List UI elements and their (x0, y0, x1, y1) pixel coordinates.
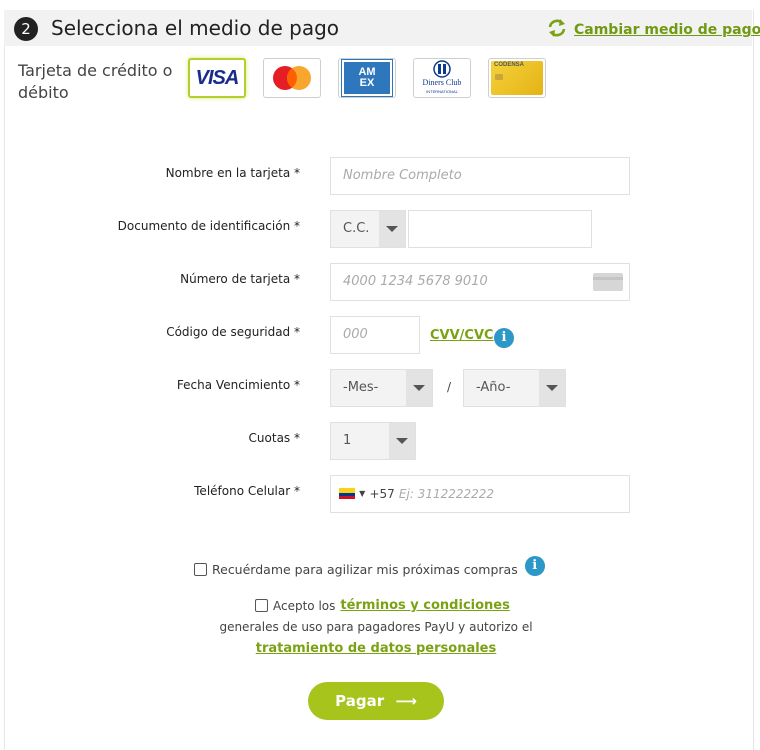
credit-card-icon (593, 273, 623, 291)
expiry-year-value: -Año- (476, 380, 511, 395)
amex-logo-text: AM EX (358, 66, 376, 89)
chevron-down-icon (389, 423, 415, 459)
codensa-logo: CODENSA (491, 61, 543, 95)
amex-card-option[interactable]: AM EX (338, 58, 396, 98)
codensa-logo-chip (495, 74, 503, 80)
terms-row: Acepto los términos y condiciones (255, 598, 510, 613)
pay-button-label: Pagar (335, 692, 385, 710)
chevron-down-icon (406, 370, 432, 406)
card-number-label: Número de tarjeta * (180, 272, 300, 286)
remember-row: Recuérdame para agilizar mis próximas co… (194, 555, 545, 577)
change-payment-method-label: Cambiar medio de pago (574, 22, 760, 38)
expiry-year-select[interactable]: -Año- (463, 369, 566, 407)
cvv-label: Código de seguridad * (166, 325, 300, 339)
colombia-flag-icon[interactable] (339, 487, 355, 499)
expiry-month-select[interactable]: -Mes- (330, 369, 433, 407)
visa-logo: VISA (195, 66, 240, 89)
phone-input[interactable]: ▼ +57 Ej: 3112222222 (330, 475, 630, 513)
remember-checkbox[interactable] (194, 563, 207, 576)
diners-logo: Diners Club INTERNATIONAL (422, 60, 462, 96)
installments-select[interactable]: 1 (330, 422, 416, 460)
refresh-icon (546, 18, 568, 42)
card-number-input[interactable]: 4000 1234 5678 9010 (330, 263, 630, 301)
terms-checkbox[interactable] (255, 599, 268, 612)
codensa-card-option[interactable]: CODENSA (488, 58, 546, 98)
remember-label: Recuérdame para agilizar mis próximas co… (212, 562, 518, 577)
document-label: Documento de identificación * (117, 219, 300, 233)
amex-logo: AM EX (341, 59, 393, 97)
name-input[interactable]: Nombre Completo (330, 157, 630, 195)
pay-button[interactable]: Pagar ⟶ (308, 682, 444, 720)
diners-emblem-icon (433, 60, 451, 78)
diners-card-option[interactable]: Diners Club INTERNATIONAL (413, 58, 471, 98)
document-type-value: C.C. (343, 221, 370, 236)
info-icon[interactable]: i (494, 328, 514, 348)
name-label: Nombre en la tarjeta * (165, 166, 300, 180)
document-type-select[interactable]: C.C. (330, 210, 406, 248)
installments-label: Cuotas * (248, 431, 300, 445)
document-number-input[interactable] (408, 210, 592, 248)
section-title: Selecciona el medio de pago (51, 16, 340, 40)
codensa-logo-text: CODENSA (494, 62, 525, 68)
phone-label: Teléfono Celular * (194, 484, 300, 498)
info-icon[interactable]: i (524, 555, 545, 576)
chevron-down-icon (379, 211, 405, 247)
expiry-label: Fecha Vencimiento * (176, 378, 300, 392)
data-treatment-row: tratamiento de datos personales (0, 637, 752, 656)
country-dropdown-icon[interactable]: ▼ (359, 489, 365, 498)
chevron-down-icon (539, 370, 565, 406)
diners-logo-subtext: INTERNATIONAL (426, 89, 458, 94)
mastercard-card-option[interactable] (263, 58, 321, 98)
card-number-placeholder: 4000 1234 5678 9010 (343, 274, 488, 289)
data-treatment-link[interactable]: tratamiento de datos personales (256, 641, 497, 656)
terms-link[interactable]: términos y condiciones (340, 598, 509, 613)
change-payment-method-link[interactable]: Cambiar medio de pago (546, 18, 760, 42)
phone-prefix: +57 (369, 487, 395, 501)
expiry-month-value: -Mes- (343, 380, 379, 395)
terms-prefix: Acepto los (273, 598, 336, 613)
phone-placeholder: Ej: 3112222222 (398, 487, 495, 501)
terms-middle-text: generales de uso para pagadores PayU y a… (219, 620, 533, 634)
mastercard-logo (273, 66, 311, 90)
installments-value: 1 (343, 433, 352, 448)
visa-card-option[interactable]: VISA (188, 58, 246, 98)
step-number-badge: 2 (14, 17, 38, 41)
cvv-input[interactable]: 000 (330, 316, 420, 354)
cvv-help-link[interactable]: CVV/CVC (430, 328, 494, 343)
expiry-separator: / (447, 380, 452, 394)
diners-logo-text: Diners Club (422, 78, 462, 87)
payment-method-label: Tarjeta de crédito o débito (18, 61, 173, 102)
arrow-right-icon: ⟶ (395, 692, 417, 710)
